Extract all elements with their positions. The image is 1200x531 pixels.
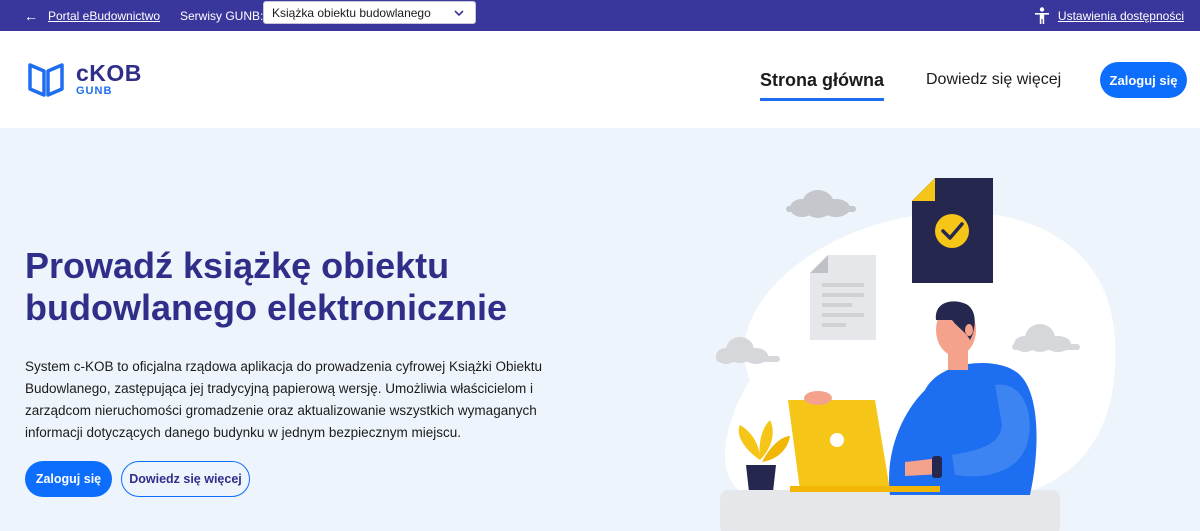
- approved-document: [912, 178, 993, 283]
- services-label: Serwisy GUNB:: [180, 8, 264, 23]
- hero-title: Prowadź książkę obiektu budowlanego elek…: [25, 245, 508, 328]
- hero-login-button[interactable]: Zaloguj się: [25, 461, 112, 497]
- nav-learn-more[interactable]: Dowiedz się więcej: [926, 71, 1061, 89]
- portal-back-link[interactable]: ← Portal eBudownictwo: [24, 0, 160, 31]
- services-select[interactable]: Książka obiektu budowlanego: [263, 1, 476, 24]
- logo-title: cKOB: [76, 59, 142, 86]
- hero-description: System c-KOB to oficjalna rządowa aplika…: [25, 359, 542, 440]
- hero-learn-more-button[interactable]: Dowiedz się więcej: [121, 461, 250, 497]
- ckob-logo[interactable]: cKOB GUNB: [26, 59, 142, 99]
- chevron-down-icon: [454, 10, 464, 17]
- cloud-top: [786, 190, 856, 218]
- top-utility-bar: ← Portal eBudownictwo Serwisy GUNB: Ksią…: [0, 0, 1200, 31]
- header-login-button[interactable]: Zaloguj się: [1100, 62, 1187, 98]
- portal-link-label: Portal eBudownictwo: [48, 8, 161, 23]
- accessibility-person-icon: [1034, 6, 1049, 24]
- services-select-value: Książka obiektu budowlanego: [272, 5, 431, 20]
- accessibility-settings-link[interactable]: Ustawienia dostępności: [1034, 0, 1184, 31]
- site-header: cKOB GUNB Strona główna Dowiedz się więc…: [0, 31, 1200, 128]
- person-hand-left: [804, 391, 832, 405]
- book-logo-icon: [28, 63, 64, 97]
- back-arrow-icon: ←: [24, 7, 38, 24]
- nav-home[interactable]: Strona główna: [760, 70, 885, 101]
- hero-illustration: [716, 178, 1116, 531]
- paper-document: [810, 255, 876, 340]
- logo-subtitle: GUNB: [76, 84, 113, 97]
- accessibility-label: Ustawienia dostępności: [1057, 8, 1184, 23]
- wristwatch: [932, 456, 942, 478]
- desk: [720, 490, 1060, 531]
